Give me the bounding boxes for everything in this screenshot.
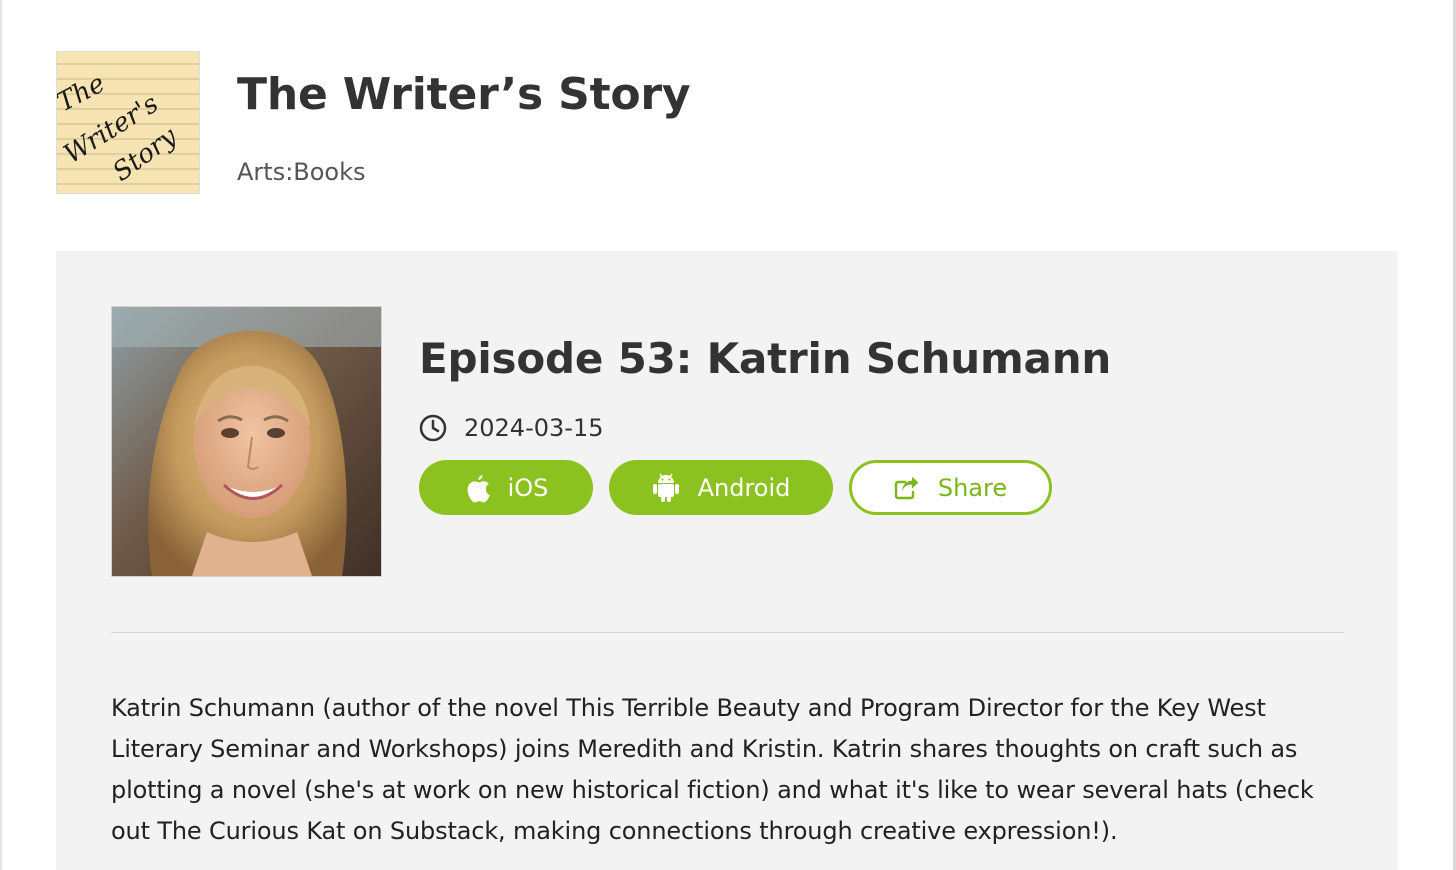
episode-title: Episode 53: Katrin Schumann (419, 334, 1112, 383)
podcast-category[interactable]: Arts:Books (237, 156, 366, 188)
android-button-label: Android (697, 473, 791, 502)
podcast-title[interactable]: The Writer’s Story (237, 66, 691, 124)
ios-button-label: iOS (507, 473, 549, 502)
episode-panel: Episode 53: Katrin Schumann 2024-03-15 i… (56, 251, 1398, 870)
ios-button[interactable]: iOS (419, 460, 593, 515)
left-edge (0, 0, 2, 870)
guest-portrait-image (112, 307, 381, 576)
clock-icon (419, 414, 447, 442)
share-icon (894, 476, 920, 500)
podcast-cover-art[interactable]: The Writer's Story (56, 51, 200, 194)
notepad-cover-image: The Writer's Story (57, 52, 199, 193)
apple-icon (464, 473, 490, 503)
android-button[interactable]: Android (609, 460, 833, 515)
android-icon (652, 473, 680, 503)
share-button[interactable]: Share (849, 460, 1052, 515)
share-button-label: Share (937, 473, 1008, 502)
episode-date: 2024-03-15 (464, 414, 604, 442)
episode-date-row: 2024-03-15 (419, 411, 603, 445)
divider (111, 632, 1344, 633)
page: The Writer's Story The Writer’s Story Ar… (0, 0, 1456, 870)
episode-description: Katrin Schumann (author of the novel Thi… (111, 694, 1314, 845)
guest-photo (111, 306, 382, 577)
